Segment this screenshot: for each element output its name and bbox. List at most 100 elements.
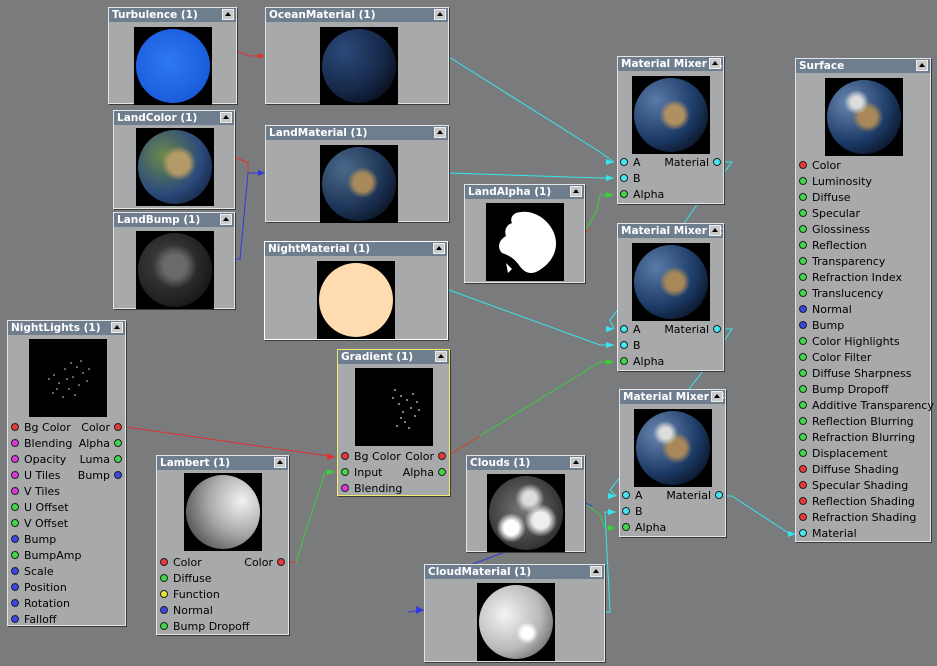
port-alpha[interactable]: Alpha	[620, 356, 664, 368]
port-color[interactable]: Color	[799, 160, 841, 172]
material-mixer-2-title[interactable]: Material Mixer (2)	[618, 224, 723, 238]
port-glossiness[interactable]: Glossiness	[799, 224, 870, 236]
port-reflection[interactable]: Reflection	[799, 240, 867, 252]
port-bump[interactable]: Bump	[11, 534, 56, 546]
material-mixer-2-node[interactable]: Material Mixer (2) A B Alpha Material	[617, 223, 724, 371]
clouds-title[interactable]: Clouds (1)	[467, 456, 584, 470]
land-material-title[interactable]: LandMaterial (1)	[266, 126, 448, 140]
port-reflection-shading[interactable]: Reflection Shading	[799, 496, 915, 508]
port-bg-color[interactable]: Bg Color	[341, 451, 401, 463]
port-rotation[interactable]: Rotation	[11, 598, 70, 610]
night-lights-title[interactable]: NightLights (1)	[8, 321, 125, 335]
port-refraction-index[interactable]: Refraction Index	[799, 272, 902, 284]
port-alpha[interactable]: Alpha	[622, 522, 666, 534]
surface-title[interactable]: Surface	[796, 59, 930, 73]
lambert-node[interactable]: Lambert (1) Color Diffuse Function Norma…	[156, 455, 289, 635]
land-bump-title[interactable]: LandBump (1)	[114, 213, 234, 227]
port-a[interactable]: A	[620, 324, 641, 336]
port-u-offset[interactable]: U Offset	[11, 502, 69, 514]
port-a[interactable]: A	[620, 157, 641, 169]
port-out-color[interactable]: Color	[405, 451, 446, 463]
collapse-icon[interactable]	[709, 58, 721, 69]
port-alpha[interactable]: Alpha	[620, 189, 664, 201]
port-diffuse-sharpness[interactable]: Diffuse Sharpness	[799, 368, 911, 380]
ocean-material-node[interactable]: OceanMaterial (1)	[265, 7, 449, 105]
port-out-material[interactable]: Material	[666, 490, 723, 502]
land-color-node[interactable]: LandColor (1)	[113, 110, 235, 209]
port-reflection-blurring[interactable]: Reflection Blurring	[799, 416, 914, 428]
port-color-filter[interactable]: Color Filter	[799, 352, 871, 364]
collapse-icon[interactable]	[220, 112, 232, 123]
port-blending[interactable]: Blending	[11, 438, 72, 450]
port-u-tiles[interactable]: U Tiles	[11, 470, 61, 482]
port-out-alpha[interactable]: Alpha	[403, 467, 446, 479]
night-lights-node[interactable]: NightLights (1) Bg Color Blending Opacit…	[7, 320, 126, 626]
collapse-icon[interactable]	[274, 457, 286, 468]
night-material-title[interactable]: NightMaterial (1)	[265, 242, 447, 256]
port-normal[interactable]: Normal	[799, 304, 852, 316]
clouds-node[interactable]: Clouds (1)	[466, 455, 585, 552]
gradient-title[interactable]: Gradient (1)	[338, 350, 449, 364]
port-specular-shading[interactable]: Specular Shading	[799, 480, 908, 492]
turbulence-node[interactable]: Turbulence (1)	[108, 7, 237, 105]
collapse-icon[interactable]	[435, 351, 447, 362]
port-out-bump[interactable]: Bump	[78, 470, 122, 482]
port-normal[interactable]: Normal	[160, 605, 213, 617]
port-specular[interactable]: Specular	[799, 208, 860, 220]
cloud-material-title[interactable]: CloudMaterial (1)	[425, 565, 604, 579]
port-position[interactable]: Position	[11, 582, 67, 594]
land-alpha-title[interactable]: LandAlpha (1)	[465, 185, 584, 199]
port-v-tiles[interactable]: V Tiles	[11, 486, 60, 498]
port-out-color[interactable]: Color	[81, 422, 122, 434]
port-function[interactable]: Function	[160, 589, 220, 601]
collapse-icon[interactable]	[433, 243, 445, 254]
material-mixer-1-node[interactable]: Material Mixer (1) A B Alpha Material	[617, 56, 724, 204]
port-out-alpha[interactable]: Alpha	[79, 438, 122, 450]
collapse-icon[interactable]	[570, 457, 582, 468]
port-additive-transparency[interactable]: Additive Transparency	[799, 400, 934, 412]
ocean-material-title[interactable]: OceanMaterial (1)	[266, 8, 448, 22]
collapse-icon[interactable]	[222, 9, 234, 20]
port-displacement[interactable]: Displacement	[799, 448, 888, 460]
port-transparency[interactable]: Transparency	[799, 256, 885, 268]
port-diffuse-shading[interactable]: Diffuse Shading	[799, 464, 899, 476]
cloud-material-node[interactable]: CloudMaterial (1)	[424, 564, 605, 662]
turbulence-title[interactable]: Turbulence (1)	[109, 8, 236, 22]
port-material[interactable]: Material	[799, 528, 857, 540]
material-mixer-3-node[interactable]: Material Mixer (3) A B Alpha Material	[619, 389, 726, 537]
port-refraction-blurring[interactable]: Refraction Blurring	[799, 432, 915, 444]
night-material-node[interactable]: NightMaterial (1)	[264, 241, 448, 340]
port-refraction-shading[interactable]: Refraction Shading	[799, 512, 916, 524]
port-b[interactable]: B	[620, 340, 641, 352]
collapse-icon[interactable]	[570, 186, 582, 197]
port-falloff[interactable]: Falloff	[11, 614, 56, 626]
port-input[interactable]: Input	[341, 467, 382, 479]
material-mixer-1-title[interactable]: Material Mixer (1)	[618, 57, 723, 71]
port-opacity[interactable]: Opacity	[11, 454, 66, 466]
port-out-material[interactable]: Material	[664, 157, 721, 169]
port-bg-color[interactable]: Bg Color	[11, 422, 71, 434]
port-out-material[interactable]: Material	[664, 324, 721, 336]
land-bump-node[interactable]: LandBump (1)	[113, 212, 235, 309]
port-v-offset[interactable]: V Offset	[11, 518, 68, 530]
port-bump[interactable]: Bump	[799, 320, 844, 332]
port-diffuse[interactable]: Diffuse	[160, 573, 212, 585]
port-diffuse[interactable]: Diffuse	[799, 192, 851, 204]
land-color-title[interactable]: LandColor (1)	[114, 111, 234, 125]
collapse-icon[interactable]	[709, 225, 721, 236]
collapse-icon[interactable]	[434, 9, 446, 20]
port-color[interactable]: Color	[160, 557, 202, 569]
port-scale[interactable]: Scale	[11, 566, 54, 578]
port-a[interactable]: A	[622, 490, 643, 502]
material-mixer-3-title[interactable]: Material Mixer (3)	[620, 390, 725, 404]
port-out-color[interactable]: Color	[244, 557, 285, 569]
port-bump-dropoff[interactable]: Bump Dropoff	[160, 621, 249, 633]
port-color-highlights[interactable]: Color Highlights	[799, 336, 900, 348]
port-translucency[interactable]: Translucency	[799, 288, 883, 300]
collapse-icon[interactable]	[711, 391, 723, 402]
port-b[interactable]: B	[622, 506, 643, 518]
surface-node[interactable]: Surface Color Luminosity Diffuse Specula…	[795, 58, 934, 542]
land-material-node[interactable]: LandMaterial (1)	[265, 125, 449, 223]
port-blending[interactable]: Blending	[341, 483, 402, 495]
port-b[interactable]: B	[620, 173, 641, 185]
